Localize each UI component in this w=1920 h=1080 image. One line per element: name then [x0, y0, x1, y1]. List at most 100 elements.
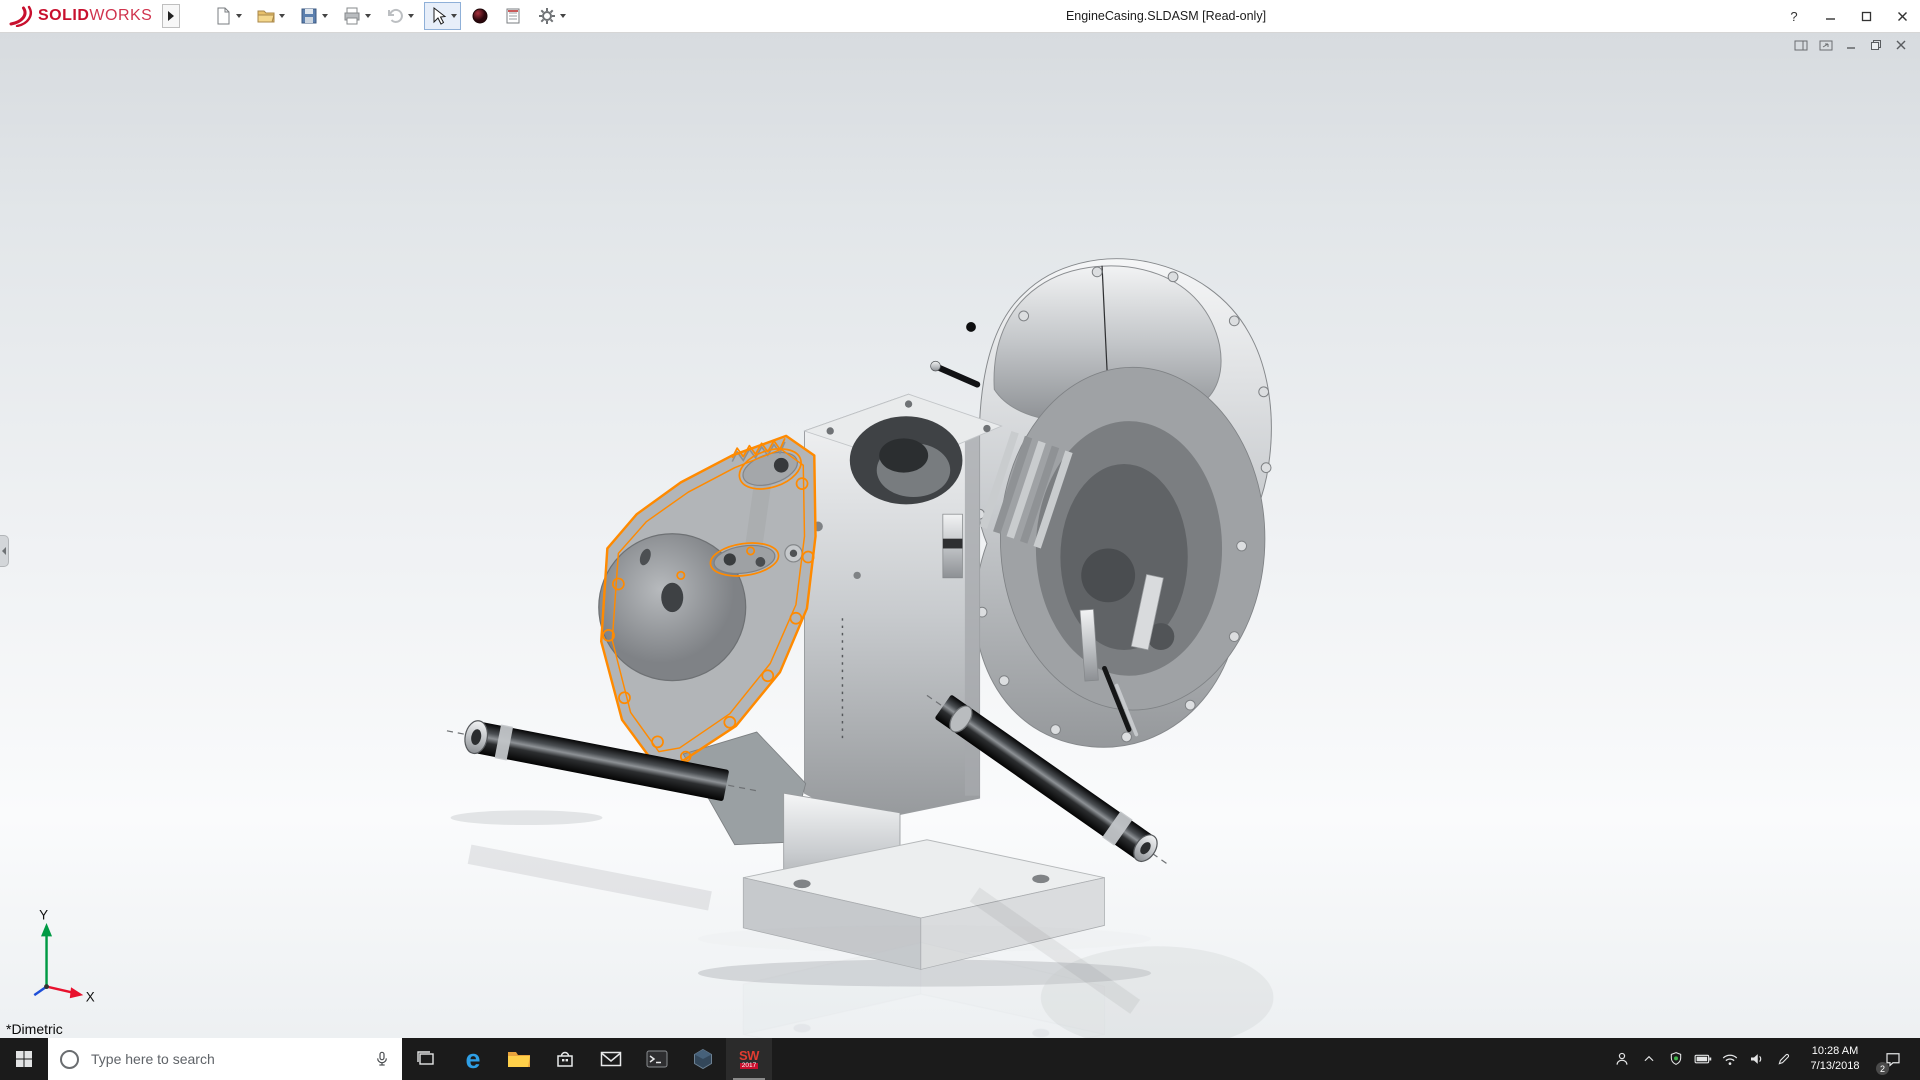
save-icon	[299, 6, 319, 26]
tray-overflow-button[interactable]	[1635, 1038, 1662, 1080]
doc-minimize-icon	[1845, 39, 1857, 51]
graphics-viewport[interactable]: Y X *Dimetric	[0, 32, 1920, 1038]
sw-letters: SW	[739, 1049, 759, 1062]
task-view-icon	[416, 1049, 436, 1069]
print-button[interactable]	[338, 2, 375, 30]
print-icon	[342, 6, 362, 26]
system-tray: 10:28 AM 7/13/2018 2	[1608, 1038, 1920, 1080]
pen-icon	[1776, 1051, 1792, 1067]
doc-close-button[interactable]	[1893, 38, 1908, 52]
flyout-arrow-icon	[168, 11, 174, 21]
orientation-triad: Y X	[34, 907, 94, 1004]
desktop: SOLIDWORKS	[0, 0, 1920, 1080]
taskbar-app-store[interactable]	[542, 1038, 588, 1080]
microphone-icon[interactable]	[374, 1050, 390, 1068]
solidworks-logo-icon	[8, 5, 34, 27]
minimize-button[interactable]	[1812, 0, 1848, 32]
help-button[interactable]: ?	[1776, 0, 1812, 32]
action-center-button[interactable]: 2	[1873, 1038, 1913, 1080]
new-document-button[interactable]	[209, 2, 246, 30]
triad-x-label: X	[86, 989, 95, 1004]
doc-restore-button[interactable]	[1868, 38, 1883, 52]
wifi-icon	[1721, 1052, 1739, 1067]
chevron-up-icon	[1642, 1052, 1656, 1066]
security-button[interactable]	[1662, 1038, 1689, 1080]
taskbar-app-command-prompt[interactable]	[634, 1038, 680, 1080]
taskbar-app-edge[interactable]: e	[450, 1038, 496, 1080]
document-title: EngineCasing.SLDASM [Read-only]	[1066, 0, 1266, 32]
dropdown-caret-icon	[408, 14, 414, 18]
save-button[interactable]	[295, 2, 332, 30]
logo-text-light: WORKS	[89, 7, 152, 24]
volume-button[interactable]	[1743, 1038, 1770, 1080]
solidworks-logo: SOLIDWORKS	[0, 0, 162, 32]
close-icon	[1897, 11, 1908, 22]
doc-minimize-button[interactable]	[1843, 38, 1858, 52]
search-input[interactable]	[89, 1050, 364, 1068]
undo-icon	[385, 6, 405, 26]
file-explorer-icon	[507, 1049, 531, 1069]
network-button[interactable]	[1716, 1038, 1743, 1080]
undo-button[interactable]	[381, 2, 418, 30]
new-document-icon	[213, 6, 233, 26]
windows-ink-button[interactable]	[1770, 1038, 1797, 1080]
tray-clock[interactable]: 10:28 AM 7/13/2018	[1797, 1044, 1873, 1074]
doc-restore-icon	[1870, 39, 1882, 51]
pane-expand-button[interactable]	[1818, 38, 1833, 52]
rebuild-icon	[471, 7, 489, 25]
menu-flyout-button[interactable]	[162, 4, 180, 28]
minimize-icon	[1825, 11, 1836, 22]
windows-logo-icon	[15, 1050, 33, 1068]
maximize-icon	[1861, 11, 1872, 22]
taskbar: e	[0, 1038, 1920, 1080]
clock-date: 7/13/2018	[1797, 1059, 1873, 1074]
cortana-icon	[60, 1050, 79, 1069]
doc-close-icon	[1895, 39, 1907, 51]
document-window-controls	[1793, 38, 1908, 52]
shield-icon	[1668, 1051, 1684, 1067]
triad-y-label: Y	[39, 907, 48, 922]
model-canvas[interactable]: Y X	[0, 32, 1920, 1038]
edge-icon: e	[465, 1046, 480, 1073]
clutch-housing[interactable]	[931, 259, 1272, 747]
select-cursor-icon	[428, 6, 448, 26]
clock-time: 10:28 AM	[1797, 1044, 1873, 1059]
collapse-arrow-icon	[2, 547, 6, 555]
mail-icon	[600, 1050, 622, 1068]
task-view-button[interactable]	[402, 1038, 450, 1080]
pane-split-button[interactable]	[1793, 38, 1808, 52]
battery-button[interactable]	[1689, 1038, 1716, 1080]
people-button[interactable]	[1608, 1038, 1635, 1080]
edrawings-hexagon-icon	[692, 1048, 714, 1070]
logo-text-bold: SOLID	[38, 7, 89, 24]
titlebar: SOLIDWORKS	[0, 0, 1920, 33]
dropdown-caret-icon	[365, 14, 371, 18]
store-icon	[555, 1049, 575, 1069]
start-button[interactable]	[0, 1038, 48, 1080]
command-prompt-icon	[646, 1049, 668, 1069]
rebuild-button[interactable]	[467, 2, 493, 30]
file-properties-icon	[503, 6, 523, 26]
speaker-icon	[1748, 1051, 1766, 1067]
open-button[interactable]	[252, 2, 289, 30]
shaft-shadow	[451, 810, 603, 825]
taskbar-app-solidworks[interactable]: SW 2017	[726, 1038, 772, 1080]
select-tool-button[interactable]	[424, 2, 461, 30]
taskbar-app-edrawings[interactable]	[680, 1038, 726, 1080]
person-icon	[1613, 1050, 1631, 1068]
sw-year: 2017	[740, 1063, 758, 1070]
solidworks-taskbar-icon: SW 2017	[739, 1049, 759, 1070]
feature-manager-collapse-tab[interactable]	[0, 535, 9, 567]
pane-expand-icon	[1819, 39, 1833, 52]
options-button[interactable]	[533, 2, 570, 30]
close-button[interactable]	[1884, 0, 1920, 32]
taskbar-app-mail[interactable]	[588, 1038, 634, 1080]
taskbar-app-file-explorer[interactable]	[496, 1038, 542, 1080]
gear-icon	[537, 6, 557, 26]
pane-split-icon	[1794, 39, 1808, 52]
maximize-button[interactable]	[1848, 0, 1884, 32]
taskbar-search[interactable]	[48, 1038, 402, 1080]
file-properties-button[interactable]	[499, 2, 527, 30]
view-orientation-label: *Dimetric	[6, 1021, 63, 1037]
notification-badge: 2	[1876, 1062, 1889, 1075]
